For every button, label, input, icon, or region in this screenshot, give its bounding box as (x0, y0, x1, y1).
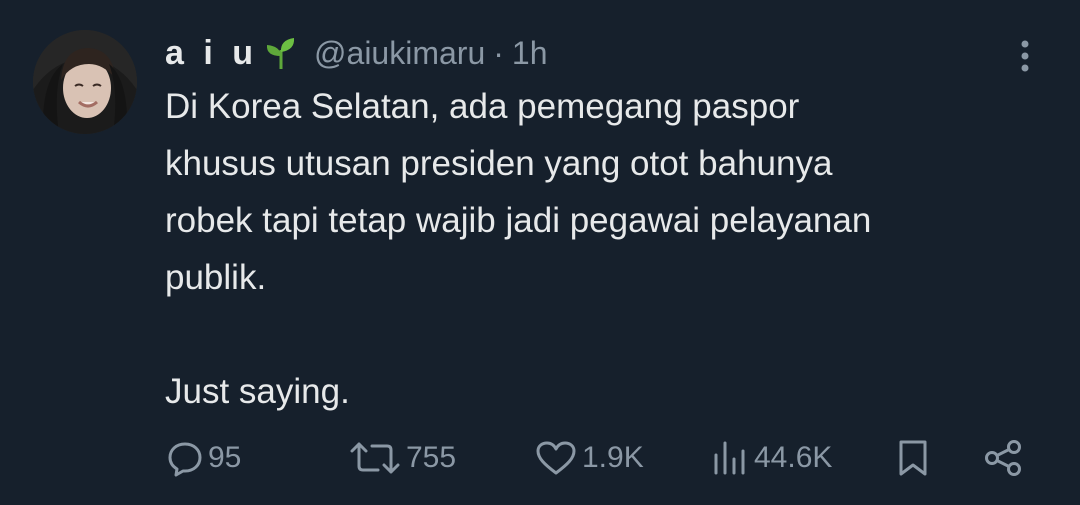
repost-button[interactable]: 755 (348, 430, 456, 486)
repost-icon (348, 439, 402, 477)
reply-button[interactable]: 95 (166, 430, 241, 486)
views-button[interactable]: 44.6K (710, 430, 832, 486)
display-name[interactable]: a i u (165, 34, 258, 73)
reply-icon (166, 439, 204, 477)
tweet-text: Di Korea Selatan, ada pemegang paspor kh… (165, 87, 872, 411)
avatar[interactable] (33, 30, 137, 134)
repost-count: 755 (406, 441, 457, 474)
share-icon (982, 438, 1024, 478)
views-count: 44.6K (754, 441, 833, 474)
user-handle[interactable]: @aiukimaru (314, 35, 485, 72)
tweet-card[interactable]: a i u @aiukimaru · 1h Di Korea Selatan, … (0, 0, 1080, 505)
reply-count: 95 (208, 441, 242, 474)
more-vertical-icon[interactable] (1010, 36, 1040, 76)
share-button[interactable] (982, 430, 1024, 486)
header-separator: · (493, 34, 504, 71)
sprout-icon (264, 36, 298, 70)
action-bar: 95 755 1.9K 44.6K (0, 430, 1080, 486)
heart-icon (534, 439, 578, 477)
timestamp[interactable]: 1h (512, 35, 548, 72)
tweet-header: a i u @aiukimaru · 1h (165, 33, 547, 73)
like-button[interactable]: 1.9K (534, 430, 644, 486)
like-count: 1.9K (582, 441, 644, 474)
bookmark-button[interactable] (895, 430, 931, 486)
bookmark-icon (895, 438, 931, 478)
views-icon (710, 439, 750, 477)
